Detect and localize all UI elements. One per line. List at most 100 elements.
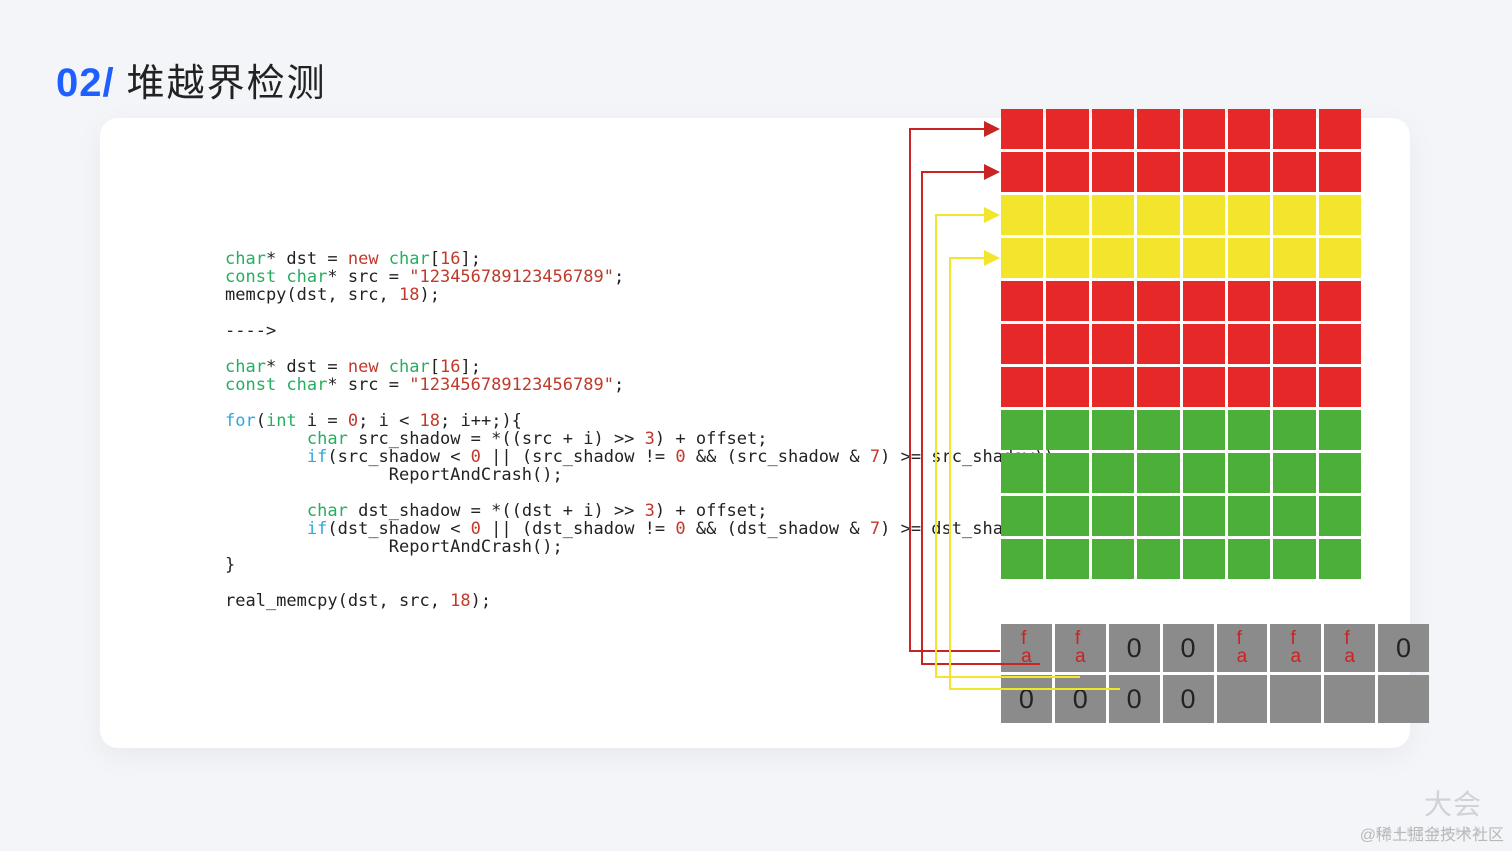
code-token: char [379, 357, 430, 377]
memory-cell-green [1183, 410, 1225, 450]
code-token: 0 [471, 519, 481, 539]
memory-cell-green [1273, 539, 1315, 579]
code-token: ReportAndCrash(); [225, 537, 563, 557]
memory-cell-green [1137, 453, 1179, 493]
section-number: 02/ [56, 61, 115, 106]
code-token: real_memcpy(dst, src, [225, 591, 450, 611]
memory-cell-yellow [1183, 238, 1225, 278]
memory-cell-red [1001, 281, 1043, 321]
code-token: (dst_shadow < [327, 519, 470, 539]
shadow-cell: 0 [1163, 624, 1214, 672]
memory-cell-red [1183, 281, 1225, 321]
memory-cell-red [1273, 281, 1315, 321]
memory-cell-red [1137, 109, 1179, 149]
code-token: dst_shadow = *((dst + i) >> [348, 501, 645, 521]
code-token: 16 [440, 357, 460, 377]
code-token: if [307, 447, 327, 467]
code-token: ); [471, 591, 491, 611]
memory-cell-green [1273, 453, 1315, 493]
code-token: i = [297, 411, 348, 431]
arrow-separator: ----> [225, 321, 276, 341]
memory-cell-red [1273, 367, 1315, 407]
code-token: 16 [440, 249, 460, 269]
memory-cell-green [1228, 453, 1270, 493]
memory-cell-green [1046, 410, 1088, 450]
memory-cell-yellow [1228, 195, 1270, 235]
shadow-cell: 0 [1001, 675, 1052, 723]
code-block: char* dst = new char[16]; const char* sr… [225, 250, 1054, 610]
watermark-text: @稀土掘金技术社区 [1360, 821, 1504, 845]
memory-cell-green [1092, 453, 1134, 493]
memory-cell-yellow [1137, 195, 1179, 235]
shadow-memory-grid: fafa00fafafa00000 [1001, 624, 1321, 723]
code-token: src_shadow = *((src + i) >> [348, 429, 645, 449]
code-token: 0 [675, 447, 685, 467]
code-token: * dst = [266, 249, 348, 269]
memory-cell-green [1001, 453, 1043, 493]
memory-cell-red [1046, 324, 1088, 364]
code-token: for [225, 411, 256, 431]
memory-cell-red [1319, 367, 1361, 407]
code-token: 0 [348, 411, 358, 431]
memory-cell-green [1001, 539, 1043, 579]
memory-cell-green [1092, 410, 1134, 450]
shadow-cell: 0 [1109, 624, 1160, 672]
code-token: } [225, 555, 235, 575]
code-token: 3 [645, 501, 655, 521]
memory-cell-green [1228, 496, 1270, 536]
memory-cell-green [1046, 453, 1088, 493]
code-token: 18 [450, 591, 470, 611]
memory-cell-green [1273, 410, 1315, 450]
memory-cell-green [1319, 496, 1361, 536]
slide-header: 02/ 堆越界检测 [56, 52, 327, 107]
memory-cell-green [1092, 539, 1134, 579]
memory-cell-red [1137, 281, 1179, 321]
code-token [225, 429, 307, 449]
code-token: if [307, 519, 327, 539]
shadow-cell [1270, 675, 1321, 723]
memory-cell-yellow [1183, 195, 1225, 235]
memory-cell-yellow [1319, 195, 1361, 235]
code-token: memcpy(dst, src, [225, 285, 399, 305]
code-token: ; i < [358, 411, 419, 431]
memory-cell-red [1092, 152, 1134, 192]
shadow-cell: 0 [1163, 675, 1214, 723]
memory-cell-red [1228, 109, 1270, 149]
memory-cell-red [1319, 109, 1361, 149]
memory-cell-red [1001, 367, 1043, 407]
code-token: 0 [675, 519, 685, 539]
memory-cell-green [1319, 539, 1361, 579]
memory-cell-yellow [1046, 238, 1088, 278]
shadow-cell: fa [1270, 624, 1321, 672]
code-token: 7 [870, 447, 880, 467]
code-token [225, 501, 307, 521]
memory-cell-green [1137, 539, 1179, 579]
code-token: char [379, 249, 430, 269]
code-token: char [307, 429, 348, 449]
memory-cell-yellow [1092, 195, 1134, 235]
memory-cell-red [1046, 152, 1088, 192]
memory-cell-red [1273, 109, 1315, 149]
memory-cell-green [1228, 410, 1270, 450]
code-token: * src = [327, 267, 409, 287]
memory-cell-red [1183, 324, 1225, 364]
code-token: new [348, 249, 379, 269]
memory-cell-red [1319, 324, 1361, 364]
code-token: ) + offset; [655, 501, 768, 521]
memory-cell-green [1137, 496, 1179, 536]
code-token: "123456789123456789" [409, 375, 614, 395]
code-token: const char [225, 267, 327, 287]
memory-cell-red [1319, 281, 1361, 321]
code-token: ; [614, 375, 624, 395]
code-token: "123456789123456789" [409, 267, 614, 287]
code-token: || (src_shadow != [481, 447, 675, 467]
memory-cell-yellow [1137, 238, 1179, 278]
memory-cell-red [1183, 152, 1225, 192]
code-token: * dst = [266, 357, 348, 377]
code-token: 3 [645, 429, 655, 449]
code-token: ]; [460, 249, 480, 269]
code-token: ReportAndCrash(); [225, 465, 563, 485]
code-token: char [225, 249, 266, 269]
memory-cell-green [1228, 539, 1270, 579]
memory-cell-yellow [1319, 238, 1361, 278]
